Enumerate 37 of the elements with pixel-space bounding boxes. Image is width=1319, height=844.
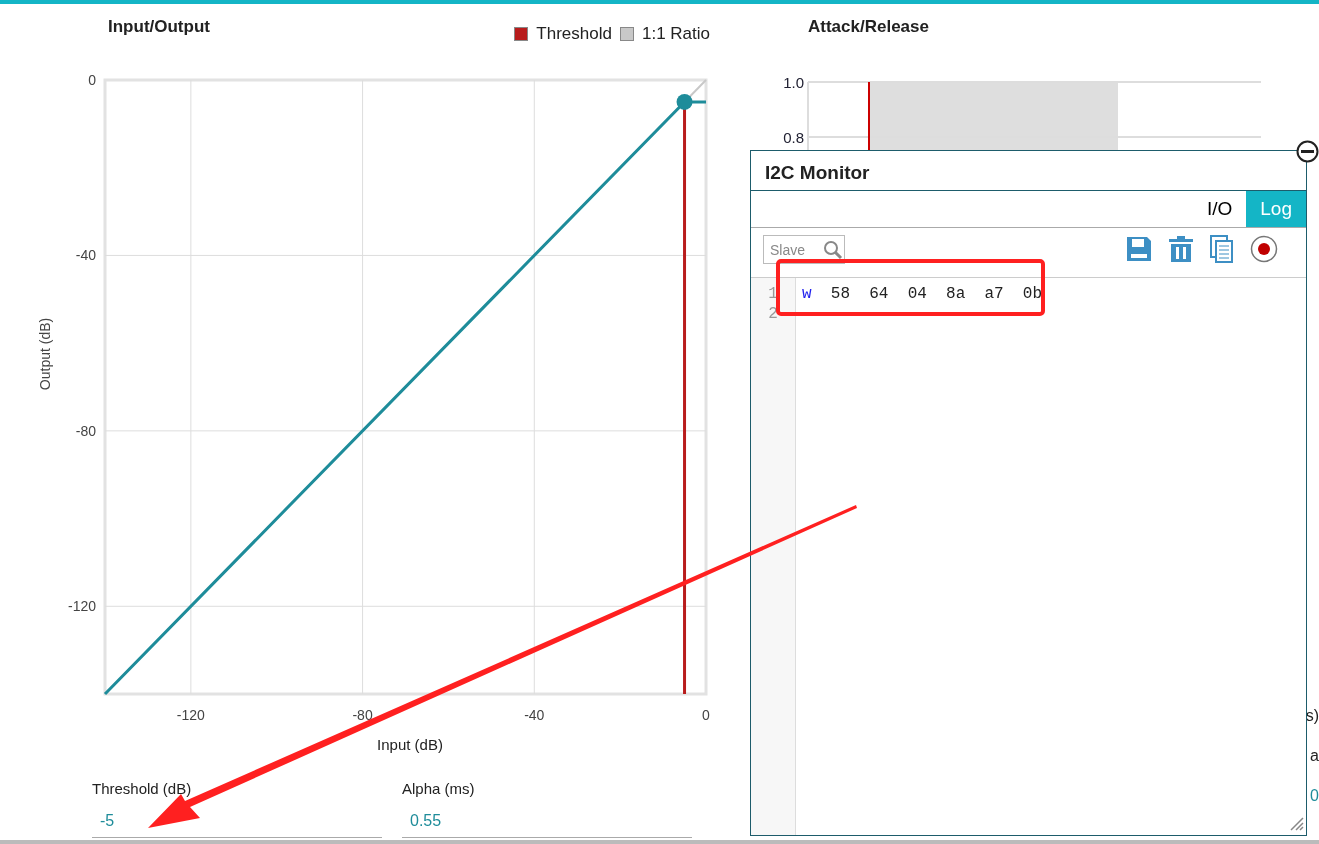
record-icon[interactable] xyxy=(1250,235,1278,263)
edge-text: s) xyxy=(1304,705,1319,726)
trash-icon[interactable] xyxy=(1168,236,1194,262)
tick-label: 0 xyxy=(88,72,96,88)
tick-label: -120 xyxy=(67,598,96,615)
threshold-handle xyxy=(676,93,693,110)
edge-text: 0 xyxy=(1309,785,1319,806)
resize-grip-icon[interactable] xyxy=(1288,815,1304,831)
tick-label: -120 xyxy=(176,707,205,723)
copy-icon[interactable] xyxy=(1210,235,1234,263)
edge-text: a xyxy=(1309,745,1319,766)
tick-label: -40 xyxy=(524,707,545,723)
line-number: 1 xyxy=(767,284,779,304)
axis-title: Output (dB) xyxy=(37,317,53,391)
chart-title: Input/Output xyxy=(108,16,210,38)
tick-label: 0.8 xyxy=(783,128,804,146)
legend-label: Threshold xyxy=(536,23,612,46)
tick-label: 0 xyxy=(702,707,710,723)
code-bytes: 58 64 04 8a a7 0b xyxy=(829,285,1043,303)
input-field[interactable]: 0.55 xyxy=(402,804,692,838)
save-icon[interactable] xyxy=(1126,236,1152,262)
axis-title: Input (dB) xyxy=(377,736,443,753)
tick-label: -80 xyxy=(352,707,373,723)
chart-title: Attack/Release xyxy=(808,16,930,38)
legend-swatch xyxy=(514,27,529,41)
legend-label: 1:1 Ratio xyxy=(641,23,710,46)
minimize-icon[interactable] xyxy=(1296,139,1319,162)
tab[interactable]: Log xyxy=(1246,191,1306,227)
code-command: w xyxy=(802,285,812,303)
tick-label: -40 xyxy=(75,247,96,264)
field-label: Alpha (ms) xyxy=(402,779,476,799)
tick-label: 1.0 xyxy=(783,73,804,91)
tab[interactable]: I/O xyxy=(1192,191,1247,227)
field-label: Threshold (dB) xyxy=(92,779,193,799)
legend-swatch xyxy=(619,27,634,41)
line-number: 2 xyxy=(767,304,779,324)
tick-label: -80 xyxy=(75,422,96,439)
